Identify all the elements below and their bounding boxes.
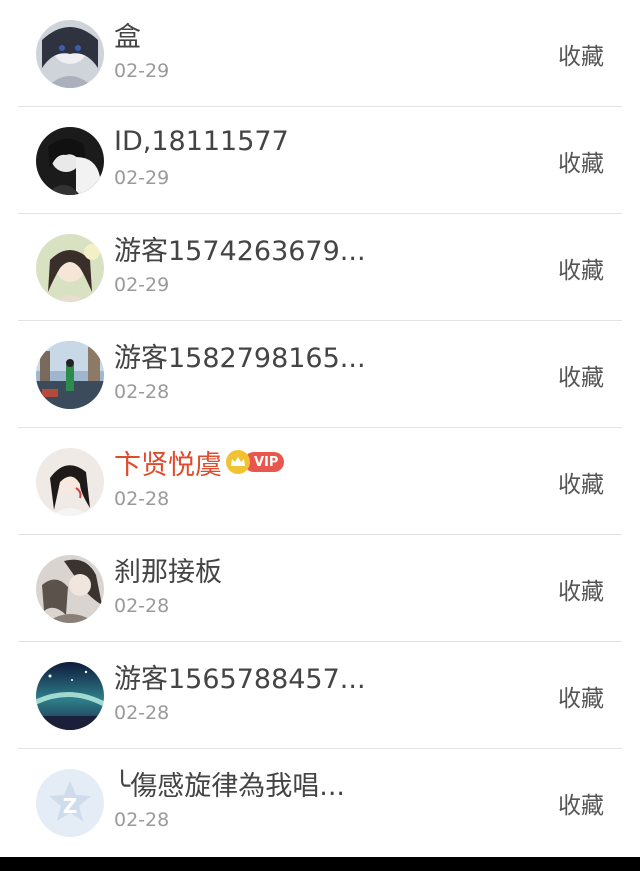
user-name: 游客1582798165... <box>114 342 366 374</box>
crown-icon <box>226 450 250 474</box>
favorite-button[interactable]: 收藏 <box>558 786 604 820</box>
svg-text:Z: Z <box>63 794 78 818</box>
favorite-button[interactable]: 收藏 <box>558 144 604 178</box>
user-name: 游客1565788457... <box>114 663 366 695</box>
user-name: 刹那接板 <box>114 556 222 588</box>
vip-label: VIP <box>244 452 285 472</box>
list-item[interactable]: 刹那接板 02-28 收藏 <box>0 535 640 642</box>
bottom-bar <box>0 857 640 871</box>
list-item[interactable]: 游客1574263679... 02-29 收藏 <box>0 214 640 321</box>
favorite-button[interactable]: 收藏 <box>558 251 604 285</box>
favorite-button[interactable]: 收藏 <box>558 37 604 71</box>
avatar[interactable]: Z <box>36 768 104 837</box>
vip-badge: VIP <box>226 450 285 474</box>
list-item[interactable]: Z ╰傷感旋律為我唱... 02-28 收藏 <box>0 749 640 856</box>
avatar[interactable] <box>36 233 104 302</box>
avatar[interactable] <box>36 126 104 195</box>
user-name: 卞贤悦虞 <box>114 449 222 481</box>
date-label: 02-29 <box>114 60 170 82</box>
date-label: 02-29 <box>114 167 170 189</box>
user-name: 游客1574263679... <box>114 235 366 267</box>
list-item[interactable]: ID,18111577 02-29 收藏 <box>0 107 640 214</box>
date-label: 02-28 <box>114 381 170 403</box>
list-item[interactable]: 卞贤悦虞 VIP 02-28 收藏 <box>0 428 640 535</box>
user-name: ╰傷感旋律為我唱... <box>114 770 346 802</box>
list-item[interactable]: 游客1565788457... 02-28 收藏 <box>0 642 640 749</box>
avatar[interactable] <box>36 554 104 623</box>
date-label: 02-28 <box>114 702 170 724</box>
list-item[interactable]: 游客1582798165... 02-28 收藏 <box>0 321 640 428</box>
avatar[interactable] <box>36 447 104 516</box>
date-label: 02-28 <box>114 595 170 617</box>
user-name: ID,18111577 <box>114 125 289 157</box>
avatar[interactable] <box>36 19 104 88</box>
avatar[interactable] <box>36 340 104 409</box>
favorite-button[interactable]: 收藏 <box>558 572 604 606</box>
date-label: 02-28 <box>114 488 170 510</box>
user-name: 盒 <box>114 21 141 53</box>
favorite-button[interactable]: 收藏 <box>558 465 604 499</box>
favorite-button[interactable]: 收藏 <box>558 679 604 713</box>
favorite-button[interactable]: 收藏 <box>558 358 604 392</box>
avatar[interactable] <box>36 661 104 730</box>
list-item[interactable]: 盒 02-29 收藏 <box>0 0 640 107</box>
date-label: 02-28 <box>114 809 170 831</box>
date-label: 02-29 <box>114 274 170 296</box>
